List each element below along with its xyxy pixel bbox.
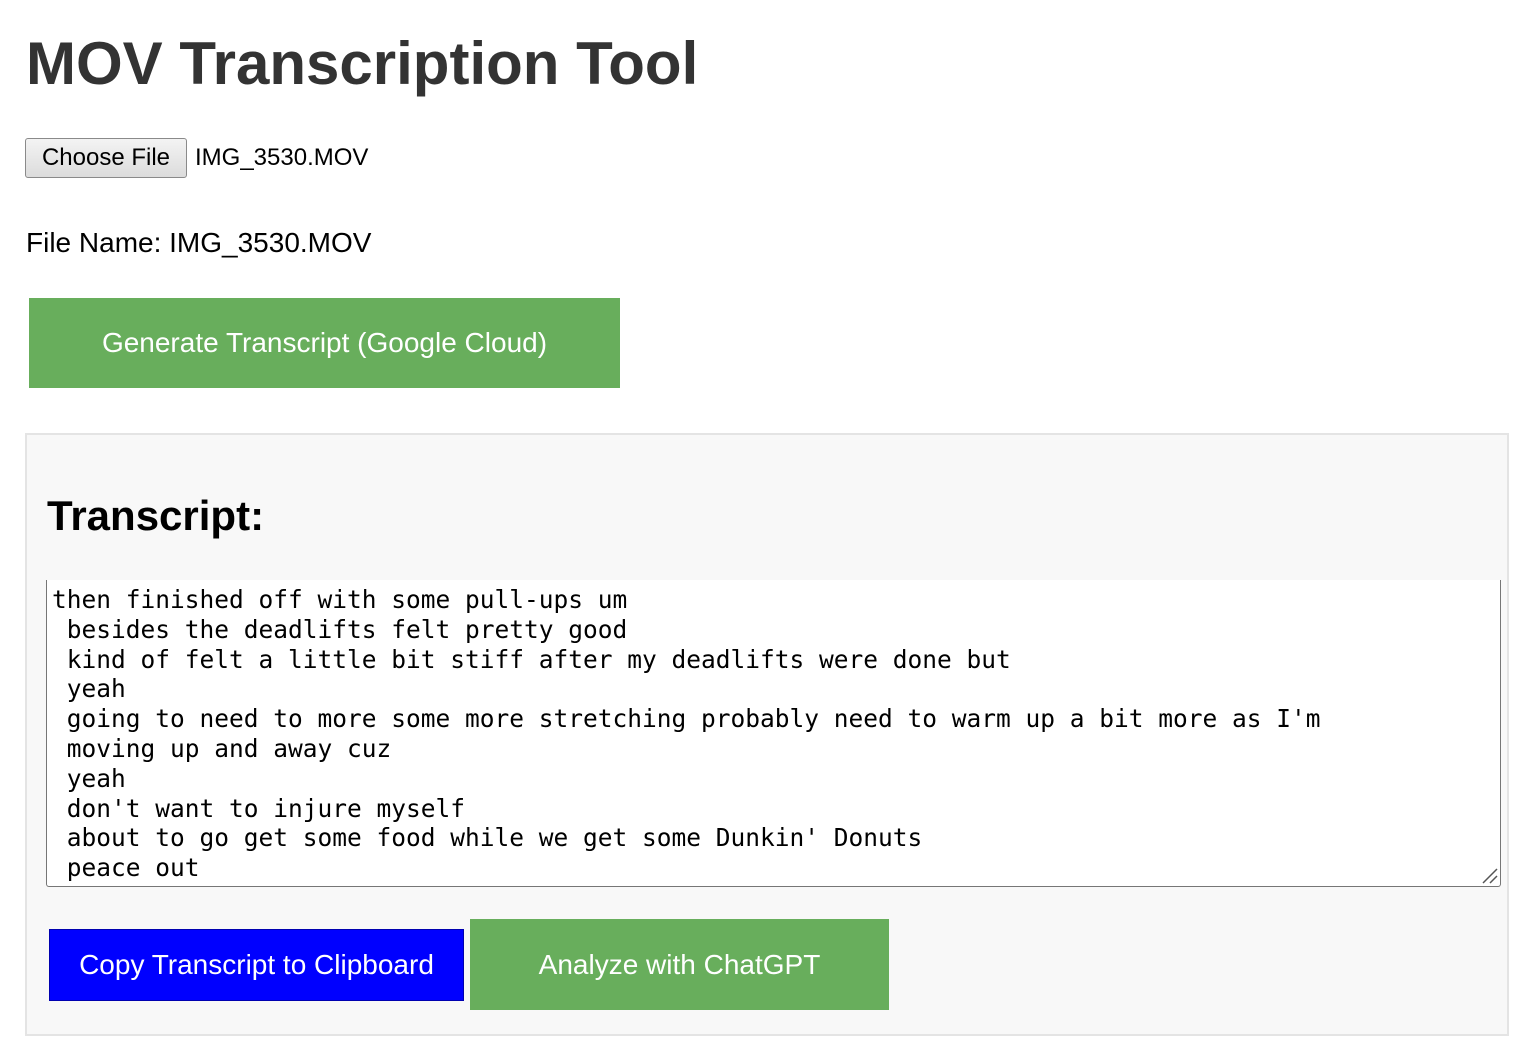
transcript-textarea[interactable]: then finished off with some pull-ups um … [46,580,1501,887]
selected-file-name: IMG_3530.MOV [195,144,369,171]
analyze-chatgpt-button[interactable]: Analyze with ChatGPT [470,919,889,1010]
copy-transcript-button[interactable]: Copy Transcript to Clipboard [49,929,464,1001]
transcript-text: then finished off with some pull-ups um … [52,585,1321,883]
transcription-page: MOV Transcription Tool Choose File IMG_3… [0,0,1534,1038]
transcript-panel: Transcript: then finished off with some … [25,433,1509,1036]
generate-transcript-button[interactable]: Generate Transcript (Google Cloud) [29,298,620,388]
file-input-row: Choose File IMG_3530.MOV [25,138,368,178]
choose-file-button[interactable]: Choose File [25,138,187,178]
page-title: MOV Transcription Tool [26,30,699,97]
transcript-heading: Transcript: [47,492,265,539]
resize-handle-icon[interactable] [1480,866,1498,884]
file-name-label: File Name: IMG_3530.MOV [26,227,372,258]
